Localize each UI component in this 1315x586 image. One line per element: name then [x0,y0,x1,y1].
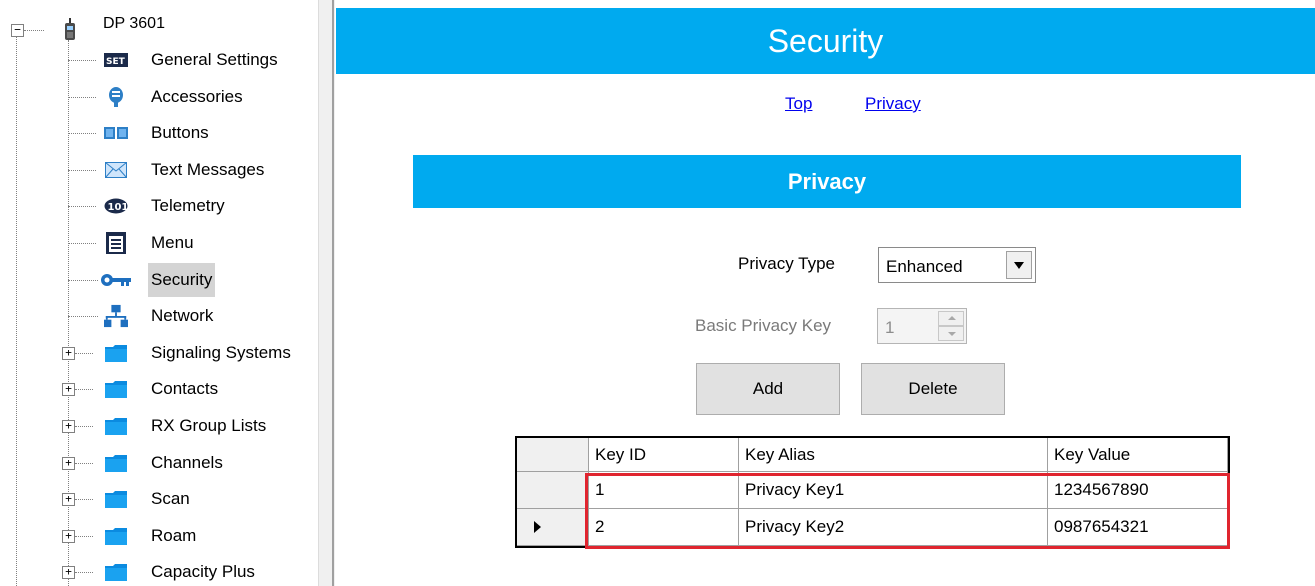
add-button[interactable]: Add [696,363,840,415]
folder-icon [104,488,128,510]
tree-item-telemetry[interactable]: Telemetry [148,194,228,218]
column-header-key-alias[interactable]: Key Alias [739,438,1048,472]
expand-toggle[interactable]: + [62,420,75,433]
tree-item-capacity-plus[interactable]: Capacity Plus [148,560,258,584]
row-header[interactable] [517,509,589,546]
tree-connector [68,280,98,281]
svg-text:101: 101 [108,202,129,213]
tree-connector [68,170,96,171]
privacy-type-select[interactable]: Enhanced [878,247,1036,283]
tree-item-signaling-systems[interactable]: Signaling Systems [148,341,294,365]
tree-connector [75,499,93,500]
basic-privacy-key-stepper[interactable]: 1 [877,308,967,344]
row-header[interactable] [517,472,589,509]
folder-icon [104,415,128,437]
expand-toggle[interactable]: + [62,383,75,396]
basic-privacy-key-label: Basic Privacy Key [695,316,832,335]
section-title: Privacy [413,155,1241,208]
accessory-icon [104,86,128,108]
menu-icon [104,232,128,254]
table-corner [517,438,589,472]
cell-key-alias[interactable]: Privacy Key1 [739,472,1048,509]
cell-key-id[interactable]: 2 [589,509,739,546]
tree-connector [68,243,96,244]
radio-device-icon [58,18,82,40]
spin-down-icon[interactable] [938,326,964,341]
privacy-keys-table: Key ID Key Alias Key Value 1 Privacy Key1… [515,436,1230,548]
tree-connector [75,536,93,537]
buttons-icon [104,122,128,144]
tree-connector [24,30,44,31]
navigation-tree: − DP 3601 SET General Settings Accessories… [0,0,318,586]
tree-item-network[interactable]: Network [148,304,216,328]
pane-splitter-line [332,0,334,586]
expand-toggle[interactable]: + [62,566,75,579]
tree-item-rx-group-lists[interactable]: RX Group Lists [148,414,269,438]
tree-item-buttons[interactable]: Buttons [148,121,212,145]
tree-connector [75,426,93,427]
tree-item-channels[interactable]: Channels [148,451,226,475]
tree-connector [68,206,96,207]
folder-icon [104,342,128,364]
page-title: Security [336,8,1315,74]
link-privacy[interactable]: Privacy [865,94,921,114]
tree-connector [68,60,96,61]
svg-text:SET: SET [106,57,126,67]
privacy-type-label: Privacy Type [738,254,836,273]
anchor-links: Top Privacy [336,92,1315,120]
folder-icon [104,378,128,400]
tree-item-menu[interactable]: Menu [148,231,197,255]
tree-connector [68,133,96,134]
column-header-key-id[interactable]: Key ID [589,438,739,472]
basic-privacy-key-value: 1 [885,318,895,337]
tree-connector [75,572,93,573]
tree-root-label[interactable]: DP 3601 [100,12,168,36]
tree-item-security[interactable]: Security [148,263,216,297]
tree-connector [75,353,93,354]
tree-item-roam[interactable]: Roam [148,524,199,548]
tree-connector [75,389,93,390]
current-row-arrow-icon [534,521,541,533]
tree-item-general-settings[interactable]: General Settings [148,48,281,72]
spin-up-icon[interactable] [938,311,964,326]
collapse-toggle[interactable]: − [11,24,24,37]
delete-button[interactable]: Delete [861,363,1005,415]
expand-toggle[interactable]: + [62,530,75,543]
tree-item-contacts[interactable]: Contacts [148,377,221,401]
cell-key-id[interactable]: 1 [589,472,739,509]
folder-icon [104,525,128,547]
tree-item-scan[interactable]: Scan [148,487,193,511]
cell-key-alias[interactable]: Privacy Key2 [739,509,1048,546]
envelope-icon [104,159,128,181]
expand-toggle[interactable]: + [62,493,75,506]
column-header-key-value[interactable]: Key Value [1048,438,1228,472]
telemetry-icon: 101 [104,195,128,217]
tree-connector [75,463,93,464]
cell-key-value[interactable]: 0987654321 [1048,509,1228,546]
chevron-down-icon[interactable] [1006,251,1032,279]
tree-item-accessories[interactable]: Accessories [148,85,246,109]
link-top[interactable]: Top [785,94,812,114]
folder-icon [104,452,128,474]
tree-connector [68,316,98,317]
cell-key-value[interactable]: 1234567890 [1048,472,1228,509]
privacy-type-value: Enhanced [886,257,963,276]
settings-icon: SET [104,49,128,71]
folder-icon [104,561,128,583]
tree-item-text-messages[interactable]: Text Messages [148,158,267,182]
network-icon [104,304,128,328]
key-icon [100,269,132,291]
expand-toggle[interactable]: + [62,457,75,470]
tree-connector [68,97,96,98]
expand-toggle[interactable]: + [62,347,75,360]
tree-connector [16,36,17,586]
